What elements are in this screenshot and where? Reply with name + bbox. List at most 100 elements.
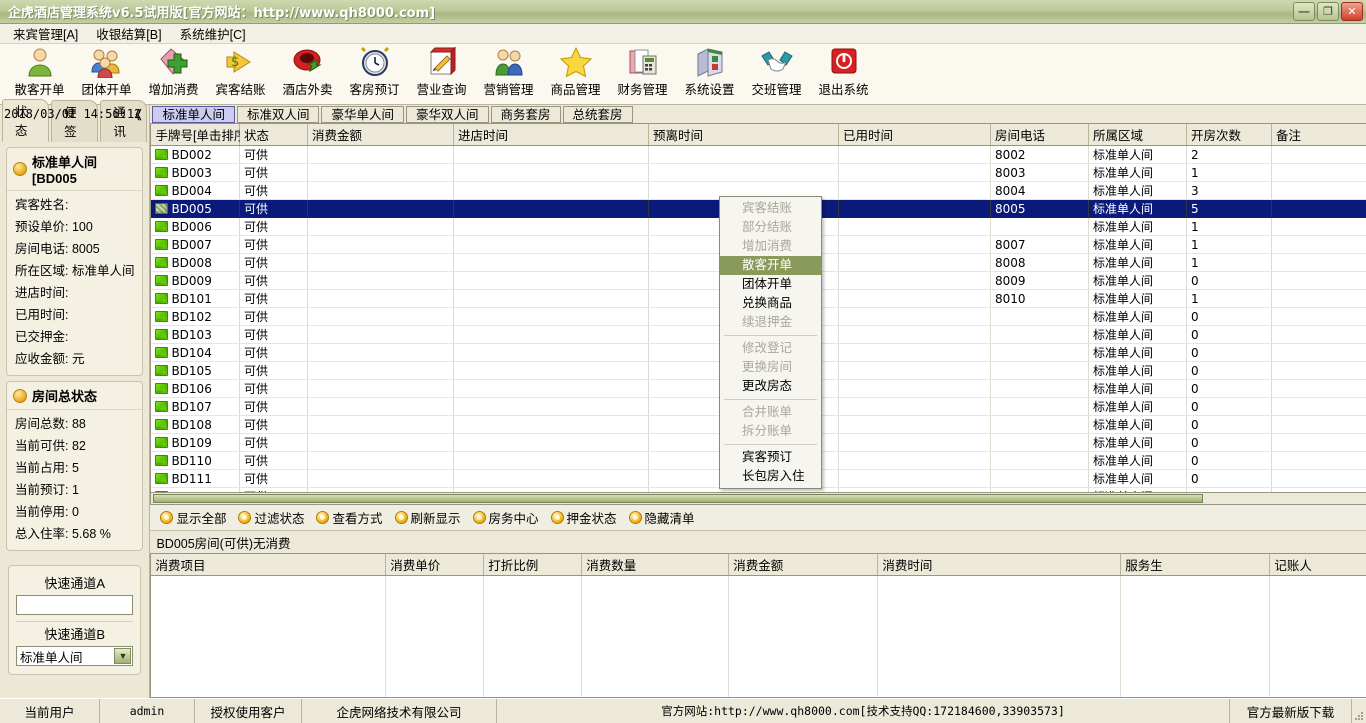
view-mode-button[interactable]: 查看方式 <box>312 506 390 529</box>
cell-note <box>1271 307 1366 326</box>
resize-gripper-icon[interactable] <box>1352 699 1366 723</box>
maximize-button[interactable]: ❐ <box>1317 2 1339 21</box>
room-grid-col-0[interactable]: 手牌号[单击排序] <box>151 124 250 146</box>
hide-list-button[interactable]: 隐藏清单 <box>625 506 703 529</box>
tab-standard-single[interactable]: 标准单人间 <box>152 106 235 123</box>
cell-amount <box>307 235 454 254</box>
toolbar-button-group-guest[interactable]: 团体开单 <box>73 44 140 102</box>
toolbar-button-reservation[interactable]: 客房预订 <box>341 44 408 102</box>
minimize-button[interactable]: — <box>1293 2 1315 21</box>
consumption-col-7[interactable]: 记账人 <box>1269 554 1366 576</box>
list-item[interactable] <box>151 593 1366 612</box>
list-item[interactable] <box>151 683 1366 697</box>
toolbar-button-exit[interactable]: 退出系统 <box>810 44 877 102</box>
toolbar-button-single-guest[interactable]: 散客开单 <box>6 44 73 102</box>
table-row[interactable]: BD003 可供 8003 标准单人间 1 <box>151 163 1366 182</box>
cell-used <box>838 289 991 308</box>
tab-deluxe-double[interactable]: 豪华双人间 <box>406 106 489 123</box>
filter-show-all-button[interactable]: 显示全部 <box>156 506 234 529</box>
toolbar-button-shift-handover[interactable]: 交班管理 <box>743 44 810 102</box>
tab-presidential-suite[interactable]: 总统套房 <box>562 106 633 123</box>
cell-amount <box>307 379 454 398</box>
cell-checkin <box>453 181 649 200</box>
context-menu-item[interactable]: 宾客预订 <box>720 448 821 467</box>
filter-label: 刷新显示 <box>410 512 461 526</box>
cell-amount <box>307 145 454 164</box>
consumption-col-2[interactable]: 打折比例 <box>483 554 583 576</box>
collapse-sidebar-button[interactable]: 《 <box>129 106 141 123</box>
consumption-col-4[interactable]: 消费金额 <box>728 554 879 576</box>
toolbar-button-takeout[interactable]: 酒店外卖 <box>274 44 341 102</box>
cell-used <box>838 433 991 452</box>
horizontal-scrollbar[interactable] <box>150 493 1366 505</box>
window-titlebar: 企虎酒店管理系统v6.5试用版[官方网站：http://www.qh8000.c… <box>0 0 1366 24</box>
list-item[interactable] <box>151 665 1366 684</box>
cell-times: 1 <box>1186 217 1272 236</box>
toolbar-button-goods[interactable]: 商品管理 <box>542 44 609 102</box>
refresh-button[interactable]: 刷新显示 <box>391 506 469 529</box>
consumption-cell <box>1120 683 1271 697</box>
toolbar-button-checkout[interactable]: $ 宾客结账 <box>207 44 274 102</box>
consumption-cell <box>151 575 387 594</box>
context-menu-item: 修改登记 <box>742 341 793 355</box>
consumption-cell <box>1120 665 1271 684</box>
cell-note <box>1271 487 1366 492</box>
close-button[interactable]: ✕ <box>1341 2 1363 21</box>
room-grid-col-5[interactable]: 已用时间 <box>838 124 991 146</box>
consumption-col-6[interactable]: 服务生 <box>1120 554 1271 576</box>
room-grid-col-1[interactable]: 状态 <box>239 124 308 146</box>
tab-business-suite[interactable]: 商务套房 <box>490 106 561 123</box>
status-download-link[interactable]: 官方最新版下载 <box>1230 699 1352 723</box>
hide-list-icon <box>628 511 642 524</box>
consumption-col-0[interactable]: 消费项目 <box>151 554 387 576</box>
room-detail-row: 进店时间: <box>15 286 69 300</box>
toolbar-button-settings[interactable]: 系统设置 <box>676 44 743 102</box>
filter-status-button[interactable]: 过滤状态 <box>234 506 312 529</box>
room-detail-row: 预设单价: 100 <box>15 220 93 234</box>
context-menu-item[interactable]: 长包房入住 <box>720 467 821 486</box>
list-item[interactable] <box>151 647 1366 666</box>
list-item[interactable] <box>151 629 1366 648</box>
consumption-col-5[interactable]: 消费时间 <box>877 554 1122 576</box>
room-stats-row: 房间总数: 88 <box>15 417 86 431</box>
menu-item-cashier[interactable]: 收银结算[B] <box>87 22 170 45</box>
deposit-status-button[interactable]: 押金状态 <box>547 506 625 529</box>
context-menu-item[interactable]: 团体开单 <box>720 275 821 294</box>
toolbar-button-marketing[interactable]: 营销管理 <box>475 44 542 102</box>
room-detail-row: 应收金额: 元 <box>15 352 85 366</box>
menu-item-guest[interactable]: 来宾管理[A] <box>4 22 87 45</box>
cell-checkout <box>648 145 839 164</box>
cell-used <box>838 397 991 416</box>
list-item[interactable] <box>151 611 1366 630</box>
cell-note <box>1271 361 1366 380</box>
tab-standard-double[interactable]: 标准双人间 <box>236 106 320 123</box>
room-grid-col-3[interactable]: 进店时间 <box>453 124 649 146</box>
room-grid-col-8[interactable]: 开房次数 <box>1186 124 1272 146</box>
quick-channel-b-select[interactable]: 标准单人间 ▼ <box>16 646 134 666</box>
tab-deluxe-single[interactable]: 豪华单人间 <box>321 106 404 123</box>
hscrollbar-thumb[interactable] <box>153 494 1204 503</box>
toolbar-button-business-query[interactable]: 营业查询 <box>408 44 475 102</box>
cell-times: 0 <box>1186 307 1272 326</box>
room-grid-col-9[interactable]: 备注 <box>1271 124 1366 146</box>
context-menu-item[interactable]: 兑换商品 <box>720 294 821 313</box>
filter-label: 查看方式 <box>332 512 383 526</box>
table-row[interactable]: BD002 可供 8002 标准单人间 2 <box>151 145 1366 164</box>
chevron-down-icon[interactable]: ▼ <box>114 648 132 664</box>
cell-area: 标准单人间 <box>1088 451 1187 470</box>
consumption-col-3[interactable]: 消费数量 <box>581 554 730 576</box>
room-grid-col-4[interactable]: 预离时间 <box>648 124 839 146</box>
menu-item-maintenance[interactable]: 系统维护[C] <box>171 22 255 45</box>
context-menu-item[interactable]: 散客开单 <box>720 256 821 275</box>
quick-channel-a-input[interactable] <box>16 595 134 615</box>
toolbar-button-finance[interactable]: 财务管理 <box>609 44 676 102</box>
consumption-col-1[interactable]: 消费单价 <box>385 554 485 576</box>
toolbar-button-add-consumption[interactable]: 增加消费 <box>140 44 207 102</box>
room-grid-col-7[interactable]: 所属区域 <box>1088 124 1187 146</box>
cell-area: 标准单人间 <box>1088 307 1187 326</box>
list-item[interactable] <box>151 575 1366 594</box>
room-grid-col-2[interactable]: 消费金额 <box>307 124 454 146</box>
housekeeping-button[interactable]: 房务中心 <box>469 506 547 529</box>
room-grid-col-6[interactable]: 房间电话 <box>990 124 1089 146</box>
context-menu-item[interactable]: 更改房态 <box>720 377 821 396</box>
